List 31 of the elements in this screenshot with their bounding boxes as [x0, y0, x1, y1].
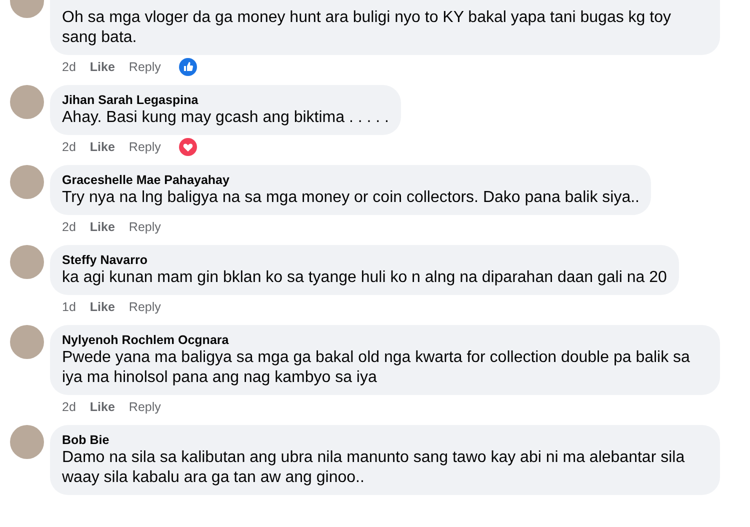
reply-link[interactable]: Reply [128, 140, 161, 154]
like-link[interactable]: Like [90, 300, 115, 314]
timestamp[interactable]: 2d [62, 400, 76, 414]
timestamp[interactable]: 2d [62, 220, 76, 234]
timestamp[interactable]: 2d [62, 140, 76, 154]
reply-link[interactable]: Reply [128, 220, 161, 234]
comment-text: Try nya na lng baligya na sa mga money or coin collectors. Dako pana balik siya.. [62, 188, 640, 208]
timestamp[interactable]: 2d [62, 60, 76, 74]
comment-text: Damo na sila sa kalibutan ang ubra nila manunto sang tawo kay abi ni ma alebantar sila waay sila kabalu ara ga tan aw ang ginoo.. [62, 448, 686, 488]
comment-text: Pwede yana ma baligya sa mga ga bakal old nga kwarta for collection double pa balik sa iya ma hinolsol pana ang nag kambyo sa iya [62, 348, 691, 388]
like-link[interactable]: Like [90, 220, 115, 234]
like-link[interactable]: Like [90, 400, 115, 414]
author-name[interactable]: Nylyenoh Rochlem Ocgnara [62, 332, 708, 348]
reply-link[interactable]: Reply [128, 300, 161, 314]
author-name[interactable]: Steffy Navarro [62, 252, 667, 268]
comment-text: Ahay. Basi kung may gcash ang biktima . . . . . [62, 108, 389, 128]
avatar-placeholder [10, 245, 44, 279]
author-name[interactable]: Graceshelle Mae Pahayahay [62, 172, 640, 188]
comment-text: ka agi kunan mam gin bklan ko sa tyange huli ko n alng na diparahan daan gali na 20 [62, 268, 667, 288]
comment-text: Oh sa mga vloger da ga money hunt ara buligi nyo to KY bakal yapa tani bugas kg toy sang bata. [62, 8, 672, 48]
author-name[interactable]: Bob Bie [62, 432, 708, 448]
reply-link[interactable]: Reply [128, 400, 161, 414]
avatar-placeholder [10, 425, 44, 459]
avatar-placeholder [10, 325, 44, 359]
avatar-placeholder [10, 165, 44, 199]
reply-link[interactable]: Reply [128, 60, 161, 74]
timestamp[interactable]: 1d [62, 300, 76, 314]
author-name[interactable]: Jihan Sarah Legaspina [62, 92, 389, 108]
avatar-placeholder [10, 85, 44, 119]
like-link[interactable]: Like [90, 60, 115, 74]
like-link[interactable]: Like [90, 140, 115, 154]
